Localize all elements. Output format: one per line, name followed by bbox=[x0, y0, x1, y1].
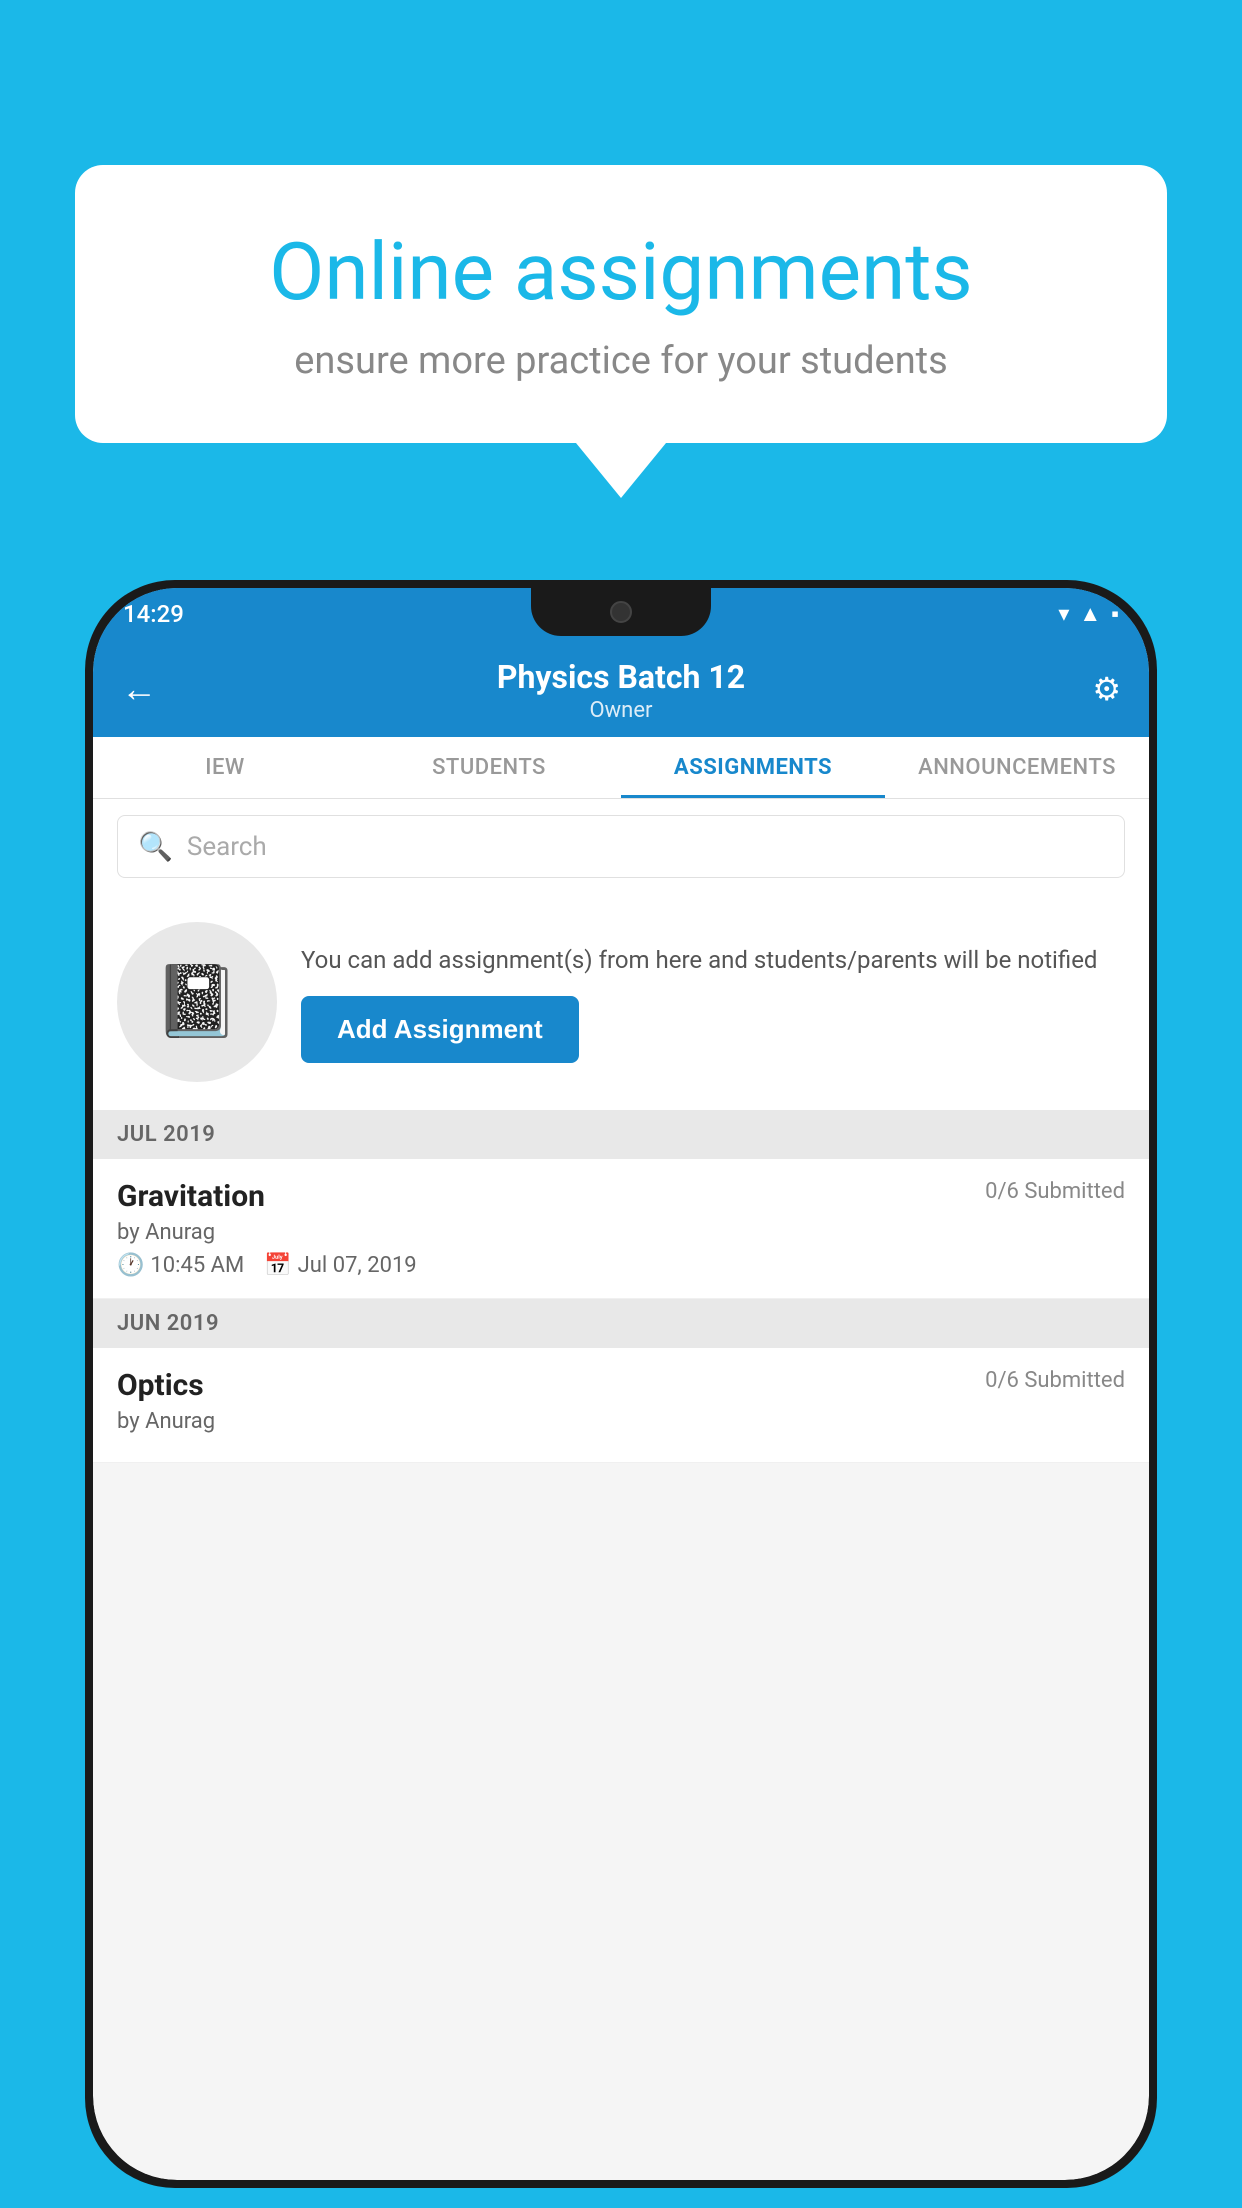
tab-bar: IEW STUDENTS ASSIGNMENTS ANNOUNCEMENTS bbox=[93, 737, 1149, 799]
section-header-jul: JUL 2019 bbox=[93, 1110, 1149, 1159]
phone-inner: 14:29 ▾ ▲ ▪ ← Physics Batch 12 Owner ⚙ bbox=[93, 588, 1149, 2180]
tab-announcements[interactable]: ANNOUNCEMENTS bbox=[885, 737, 1149, 798]
phone-screen: 14:29 ▾ ▲ ▪ ← Physics Batch 12 Owner ⚙ bbox=[93, 588, 1149, 2180]
tab-iew[interactable]: IEW bbox=[93, 737, 357, 798]
search-container: 🔍 Search bbox=[93, 799, 1149, 894]
settings-icon[interactable]: ⚙ bbox=[1092, 670, 1121, 708]
status-time: 14:29 bbox=[123, 600, 184, 628]
search-placeholder: Search bbox=[187, 832, 267, 862]
back-button[interactable]: ← bbox=[121, 668, 157, 710]
assignment-submitted-optics: 0/6 Submitted bbox=[985, 1368, 1125, 1393]
search-bar[interactable]: 🔍 Search bbox=[117, 815, 1125, 878]
assignment-item-optics[interactable]: Optics 0/6 Submitted by Anurag bbox=[93, 1348, 1149, 1463]
assignment-author: by Anurag bbox=[117, 1220, 1125, 1245]
calendar-icon: 📅 bbox=[264, 1253, 291, 1278]
assignment-date: 📅 Jul 07, 2019 bbox=[264, 1253, 416, 1278]
assignment-name-optics: Optics bbox=[117, 1368, 204, 1403]
speech-bubble-title: Online assignments bbox=[145, 225, 1097, 319]
notch bbox=[531, 588, 711, 636]
header-subtitle: Owner bbox=[123, 698, 1119, 723]
speech-bubble-subtitle: ensure more practice for your students bbox=[145, 339, 1097, 383]
assignment-icon-circle: 📓 bbox=[117, 922, 277, 1082]
add-assignment-right: You can add assignment(s) from here and … bbox=[301, 942, 1125, 1063]
status-icons: ▾ ▲ ▪ bbox=[1058, 601, 1119, 627]
assignment-item-top: Gravitation 0/6 Submitted bbox=[117, 1179, 1125, 1214]
section-header-jun: JUN 2019 bbox=[93, 1299, 1149, 1348]
assignment-name: Gravitation bbox=[117, 1179, 265, 1214]
assignment-meta: 🕐 10:45 AM 📅 Jul 07, 2019 bbox=[117, 1253, 1125, 1278]
assignment-author-optics: by Anurag bbox=[117, 1409, 1125, 1434]
search-icon: 🔍 bbox=[138, 830, 173, 863]
assignment-item-top-optics: Optics 0/6 Submitted bbox=[117, 1368, 1125, 1403]
assignment-time-value: 10:45 AM bbox=[150, 1253, 244, 1278]
header-content: ← Physics Batch 12 Owner ⚙ bbox=[93, 640, 1149, 737]
add-assignment-section: 📓 You can add assignment(s) from here an… bbox=[93, 894, 1149, 1110]
assignment-date-value: Jul 07, 2019 bbox=[298, 1253, 417, 1278]
battery-icon: ▪ bbox=[1111, 601, 1119, 627]
assignment-item-gravitation[interactable]: Gravitation 0/6 Submitted by Anurag 🕐 10… bbox=[93, 1159, 1149, 1299]
tab-assignments[interactable]: ASSIGNMENTS bbox=[621, 737, 885, 798]
wifi-icon: ▾ bbox=[1058, 602, 1069, 627]
empty-state-description: You can add assignment(s) from here and … bbox=[301, 942, 1125, 978]
front-camera bbox=[610, 601, 632, 623]
notebook-icon: 📓 bbox=[153, 961, 240, 1043]
signal-icon: ▲ bbox=[1079, 601, 1101, 627]
speech-bubble: Online assignments ensure more practice … bbox=[75, 165, 1167, 443]
assignment-time: 🕐 10:45 AM bbox=[117, 1253, 244, 1278]
phone-frame: 14:29 ▾ ▲ ▪ ← Physics Batch 12 Owner ⚙ bbox=[85, 580, 1157, 2188]
clock-icon: 🕐 bbox=[117, 1253, 144, 1278]
assignment-submitted: 0/6 Submitted bbox=[985, 1179, 1125, 1204]
header-title-group: Physics Batch 12 Owner bbox=[123, 658, 1119, 723]
header-title: Physics Batch 12 bbox=[123, 658, 1119, 696]
add-assignment-button[interactable]: Add Assignment bbox=[301, 996, 579, 1063]
tab-students[interactable]: STUDENTS bbox=[357, 737, 621, 798]
